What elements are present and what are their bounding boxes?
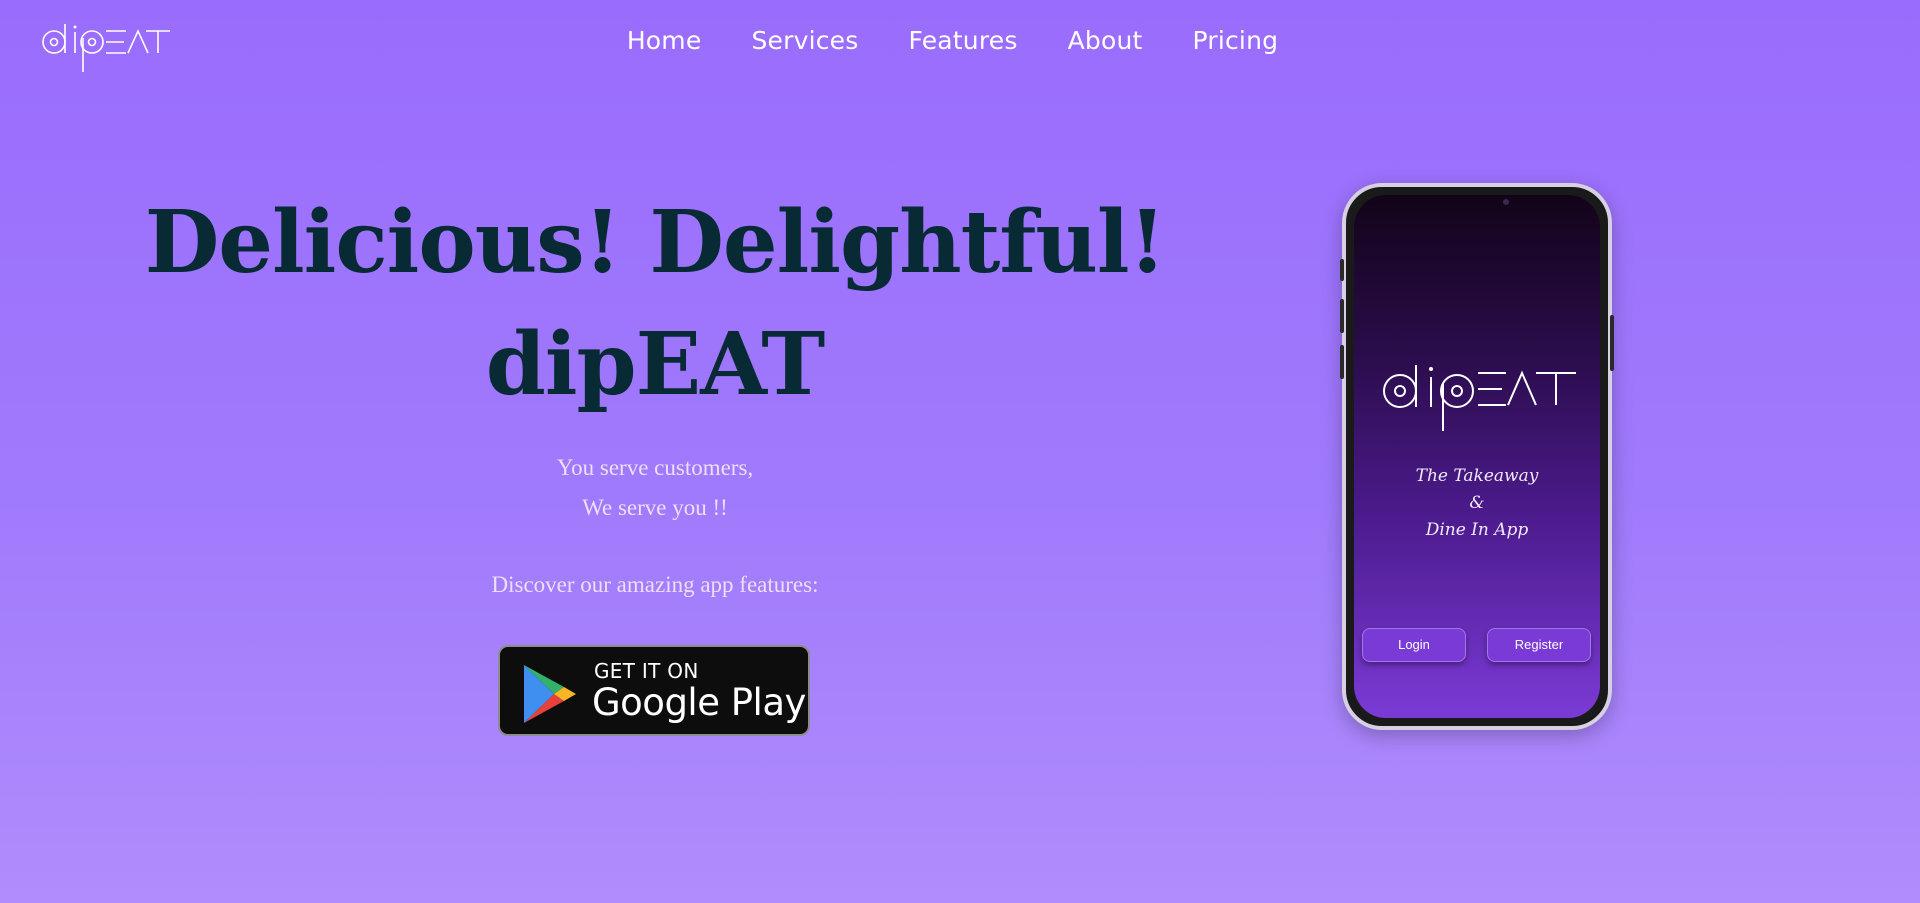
- phone-logo: [1383, 365, 1576, 431]
- hero-title-line2: dipEAT: [485, 314, 826, 415]
- nav-about[interactable]: About: [1068, 26, 1143, 55]
- phone-screen: The Takeaway & Dine In App Login Registe…: [1354, 195, 1600, 718]
- phone-side-button: [1340, 345, 1344, 379]
- nav-pricing[interactable]: Pricing: [1193, 26, 1279, 55]
- tagline-line: Dine In App: [1425, 520, 1529, 540]
- nav-home[interactable]: Home: [627, 26, 702, 55]
- nav-features[interactable]: Features: [908, 26, 1017, 55]
- hero-title: Delicious! Delightful! dipEAT: [0, 182, 1310, 426]
- phone-side-button: [1340, 299, 1344, 333]
- hero-subtitle-1: You serve customers,: [556, 455, 754, 480]
- store-badge-bottom: Google Play: [592, 681, 806, 724]
- phone-tagline: The Takeaway & Dine In App: [1354, 463, 1600, 544]
- hero-title-line1: Delicious! Delightful!: [144, 192, 1167, 293]
- register-button[interactable]: Register: [1487, 628, 1591, 662]
- phone-side-button: [1340, 259, 1344, 281]
- tagline-line: &: [1469, 493, 1485, 513]
- nav-services[interactable]: Services: [751, 26, 858, 55]
- features-prompt: Discover our amazing app features:: [491, 572, 819, 597]
- store-badge-top: GET IT ON: [594, 659, 699, 683]
- google-play-button[interactable]: GET IT ON Google Play: [498, 645, 810, 736]
- tagline-line: The Takeaway: [1415, 466, 1539, 486]
- phone-power-button: [1610, 315, 1614, 371]
- camera-dot: [1503, 199, 1509, 205]
- google-play-icon: [524, 665, 576, 723]
- hero-subtitle-2: We serve you !!: [582, 495, 728, 520]
- phone-mockup: The Takeaway & Dine In App Login Registe…: [1340, 183, 1614, 730]
- main-nav: Home Services Features About Pricing: [0, 26, 1920, 55]
- login-button[interactable]: Login: [1362, 628, 1466, 662]
